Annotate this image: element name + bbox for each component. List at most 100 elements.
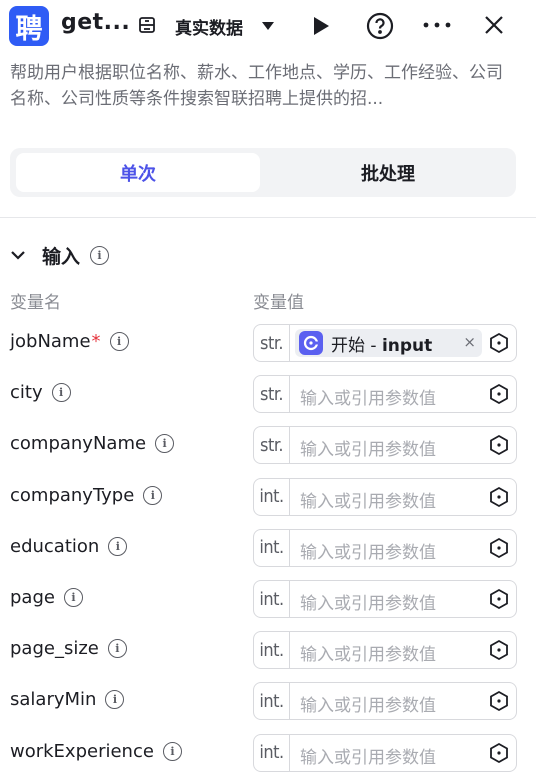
more-icon	[423, 22, 451, 28]
type-tag: int.	[254, 632, 290, 669]
info-icon[interactable]: i	[63, 588, 83, 607]
param-name-text: jobName	[10, 331, 91, 352]
variable-reference-icon[interactable]	[488, 639, 510, 661]
param-row: education i int. 输入或引用参数值	[0, 528, 536, 567]
variable-reference-icon[interactable]	[488, 332, 510, 354]
variable-reference-icon[interactable]	[488, 742, 510, 764]
chevron-down-icon	[11, 251, 25, 260]
param-value-input[interactable]: 输入或引用参数值	[300, 589, 436, 614]
param-name-text: workExperience	[10, 740, 154, 762]
info-icon[interactable]: i	[51, 383, 71, 403]
variable-reference-chip[interactable]: 开始 - input ×	[295, 329, 482, 357]
param-row: city i str. 输入或引用参数值	[0, 375, 536, 414]
help-icon	[366, 12, 394, 40]
param-row: page i int. 输入或引用参数值	[0, 580, 536, 618]
type-tag: int.	[254, 478, 290, 515]
start-node-icon	[299, 331, 323, 355]
info-icon[interactable]: i	[109, 332, 129, 351]
param-value-input[interactable]: 输入或引用参数值	[300, 435, 436, 460]
close-button[interactable]	[482, 13, 506, 37]
param-name: companyName i	[10, 433, 175, 455]
plugin-description: 帮助用户根据职位名称、薪水、工作地点、学历、工作经验、公司名称、公司性质等条件搜…	[10, 63, 503, 109]
variable-reference-icon[interactable]	[488, 537, 510, 559]
info-icon[interactable]: i	[90, 245, 110, 265]
param-value-input[interactable]: 输入或引用参数值	[300, 384, 436, 409]
plugin-title: get...	[61, 10, 131, 35]
param-value-field[interactable]: str. 输入或引用参数值	[253, 426, 517, 465]
param-name-text: companyName	[10, 433, 147, 455]
info-icon[interactable]: i	[162, 741, 182, 761]
chevron-down-icon[interactable]	[262, 22, 274, 30]
param-value-input[interactable]: 输入或引用参数值	[300, 538, 436, 563]
param-value-field[interactable]: str. 输入或引用参数值	[253, 375, 517, 414]
param-name: page i	[10, 587, 83, 608]
type-tag: str.	[254, 427, 290, 464]
param-name-text: companyType	[10, 484, 135, 506]
param-name: education i	[10, 536, 128, 557]
run-button[interactable]	[308, 13, 334, 39]
reference-text: 开始 - input	[331, 331, 432, 356]
input-section-header[interactable]: 输入 i	[10, 240, 110, 270]
param-name: page_size i	[10, 638, 127, 659]
info-icon[interactable]: i	[143, 485, 163, 505]
variable-reference-icon[interactable]	[488, 383, 510, 405]
param-value-field[interactable]: int. 输入或引用参数值	[253, 631, 517, 670]
more-button[interactable]	[422, 14, 452, 36]
panel-header: 聘 get... 真实数据	[0, 0, 536, 52]
required-marker: *	[91, 331, 101, 352]
run-mode-tabs: 单次 批处理	[10, 148, 516, 197]
param-name: salaryMin i	[10, 689, 125, 711]
variable-reference-icon[interactable]	[488, 434, 510, 456]
info-icon[interactable]: i	[155, 434, 175, 454]
variable-reference-icon[interactable]	[488, 588, 510, 610]
info-icon[interactable]: i	[108, 536, 128, 556]
type-tag: str.	[254, 376, 290, 413]
close-icon[interactable]: ×	[463, 333, 476, 351]
param-value-input[interactable]: 输入或引用参数值	[300, 743, 436, 768]
type-tag: str.	[254, 325, 290, 361]
type-tag: int.	[254, 734, 290, 771]
param-value-input[interactable]: 输入或引用参数值	[300, 691, 436, 716]
param-row: salaryMin i int. 输入或引用参数值	[0, 682, 536, 721]
help-button[interactable]	[365, 11, 395, 41]
param-value-field[interactable]: str. 开始 - input ×	[253, 324, 517, 362]
param-name-text: salaryMin	[10, 689, 97, 711]
tab-single[interactable]: 单次	[16, 153, 260, 192]
divider	[0, 217, 536, 218]
data-mode-icon[interactable]	[137, 15, 157, 35]
param-value-field[interactable]: int. 输入或引用参数值	[253, 528, 517, 567]
close-icon	[485, 16, 503, 34]
column-header-name: 变量名	[10, 293, 61, 313]
type-tag: int.	[254, 529, 290, 566]
info-icon[interactable]: i	[107, 639, 127, 659]
data-mode-dropdown[interactable]: 真实数据	[175, 14, 243, 39]
info-icon[interactable]: i	[105, 690, 125, 710]
app-logo: 聘	[9, 6, 49, 46]
ref-variable: input	[381, 335, 433, 356]
param-value-input[interactable]: 输入或引用参数值	[300, 487, 436, 512]
param-value-field[interactable]: int. 输入或引用参数值	[253, 580, 517, 618]
param-name-text: city	[10, 382, 43, 404]
param-value-field[interactable]: int. 输入或引用参数值	[253, 733, 517, 772]
param-row: page_size i int. 输入或引用参数值	[0, 631, 536, 670]
param-value-field[interactable]: int. 输入或引用参数值	[253, 682, 517, 721]
type-tag: int.	[254, 581, 290, 617]
variable-reference-icon[interactable]	[488, 690, 510, 712]
param-row: workExperience i int. 输入或引用参数值	[0, 733, 536, 772]
play-icon	[314, 17, 329, 35]
ref-source: 开始	[331, 335, 365, 356]
ref-separator: -	[365, 335, 382, 356]
variable-reference-icon[interactable]	[488, 486, 510, 508]
type-tag: int.	[254, 683, 290, 720]
param-name: workExperience i	[10, 741, 182, 762]
param-row: companyType i int. 输入或引用参数值	[0, 477, 536, 516]
column-header-value: 变量值	[253, 293, 304, 313]
param-name-text: page_size	[10, 638, 99, 660]
param-name-text: page	[10, 587, 55, 608]
param-row: jobName * i str. 开始 - input ×	[0, 324, 536, 362]
param-row: companyName i str. 输入或引用参数值	[0, 426, 536, 465]
param-value-input[interactable]: 输入或引用参数值	[300, 640, 436, 665]
tab-batch[interactable]: 批处理	[266, 153, 510, 192]
param-value-field[interactable]: int. 输入或引用参数值	[253, 477, 517, 516]
param-name: companyType i	[10, 484, 163, 506]
